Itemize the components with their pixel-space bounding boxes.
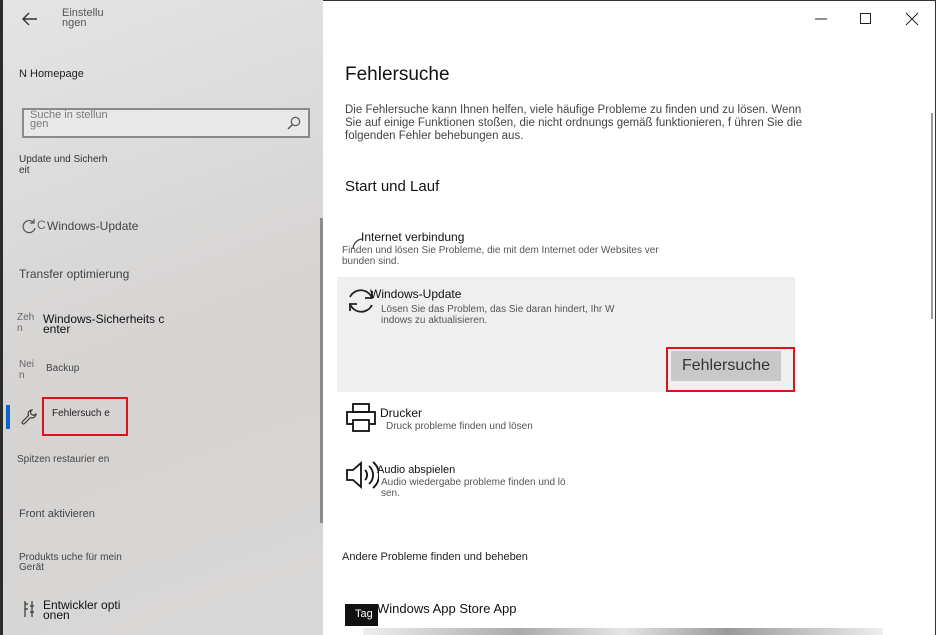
sidebar-item-recovery[interactable]: Spitzen restaurier en — [3, 452, 319, 474]
search-icon[interactable] — [286, 115, 302, 131]
sidebar-item-label: Front aktivieren — [19, 508, 95, 520]
printer-icon — [345, 402, 377, 439]
highlight-box — [666, 347, 795, 392]
back-arrow-icon[interactable] — [19, 8, 41, 30]
shield-icon: Zeh n — [17, 312, 35, 334]
sidebar-item-label: Spitzen restaurier en — [17, 454, 110, 465]
search-input[interactable]: Suche in stellun gen — [30, 110, 120, 130]
other-problems-heading: Andere Probleme finden und beheben — [342, 551, 528, 563]
minimize-icon[interactable] — [813, 11, 829, 27]
windows-update-title: Windows-Update — [370, 287, 462, 301]
store-app-icon: Tag — [345, 604, 378, 626]
window-title: Einstellu ngen — [62, 7, 104, 29]
windows-update-description: Lösen Sie das Problem, das Sie daran hin… — [381, 304, 615, 326]
sidebar-item-icon-text: C — [37, 218, 46, 232]
printer-description: Druck probleme finden und lösen — [386, 421, 533, 432]
store-description — [363, 628, 883, 635]
sidebar-item-label: Transfer optimierung — [19, 267, 130, 281]
printer-title[interactable]: Drucker — [380, 406, 422, 420]
highlight-box — [42, 397, 128, 436]
section-heading: Update und Sicherh eit — [19, 154, 108, 176]
sidebar-item-backup[interactable]: Nei n Backup — [3, 358, 319, 381]
developer-tools-icon — [22, 600, 36, 621]
refresh-icon — [19, 216, 39, 239]
sidebar-item-label: Windows-Sicherheits c enter — [43, 312, 165, 336]
sidebar-item-security[interactable]: Zeh n Windows-Sicherheits c enter — [3, 310, 319, 336]
settings-sidebar: Einstellu ngen N Homepage Suche in stell… — [0, 0, 323, 635]
internet-description: Finden und lösen Sie Probleme, die mit d… — [342, 245, 659, 267]
main-scrollbar[interactable] — [931, 113, 933, 319]
close-icon[interactable] — [904, 11, 920, 27]
wrench-icon — [20, 408, 38, 429]
section-heading: Start und Lauf — [345, 178, 440, 195]
sidebar-item-developer[interactable]: Entwickler opti onen — [3, 596, 319, 622]
sidebar-item-label: Produkts uche für mein Gerät — [19, 552, 122, 573]
main-content: Fehlersuche Die Fehlersuche kann Ihnen h… — [323, 0, 936, 635]
sidebar-item-windows-update[interactable]: C Windows-Update — [3, 214, 319, 236]
page-title: Fehlersuche — [345, 64, 450, 85]
sidebar-item-label: Backup — [46, 363, 80, 374]
home-link[interactable]: N Homepage — [19, 68, 84, 80]
internet-title[interactable]: Internet verbindung — [361, 230, 464, 244]
page-description: Die Fehlersuche kann Ihnen helfen, viele… — [345, 104, 803, 142]
sidebar-item-activation[interactable]: Front aktivieren — [3, 504, 319, 526]
store-icon-label: Tag — [355, 608, 373, 620]
sidebar-item-transfer[interactable]: Transfer optimierung — [3, 262, 319, 284]
speaker-icon — [345, 459, 380, 496]
store-title[interactable]: Windows App Store App — [377, 601, 516, 616]
search-box[interactable]: Suche in stellun gen — [22, 108, 310, 138]
sidebar-item-label: Entwickler opti onen — [43, 598, 121, 622]
backup-icon: Nei n — [19, 359, 35, 381]
audio-description: Audio wiedergabe probleme finden und lö … — [381, 477, 566, 499]
maximize-icon[interactable] — [858, 11, 874, 27]
sidebar-item-label: Windows-Update — [47, 219, 139, 233]
audio-title[interactable]: Audio abspielen — [377, 464, 455, 476]
sidebar-item-find-device[interactable]: Produkts uche für mein Gerät — [3, 551, 319, 573]
